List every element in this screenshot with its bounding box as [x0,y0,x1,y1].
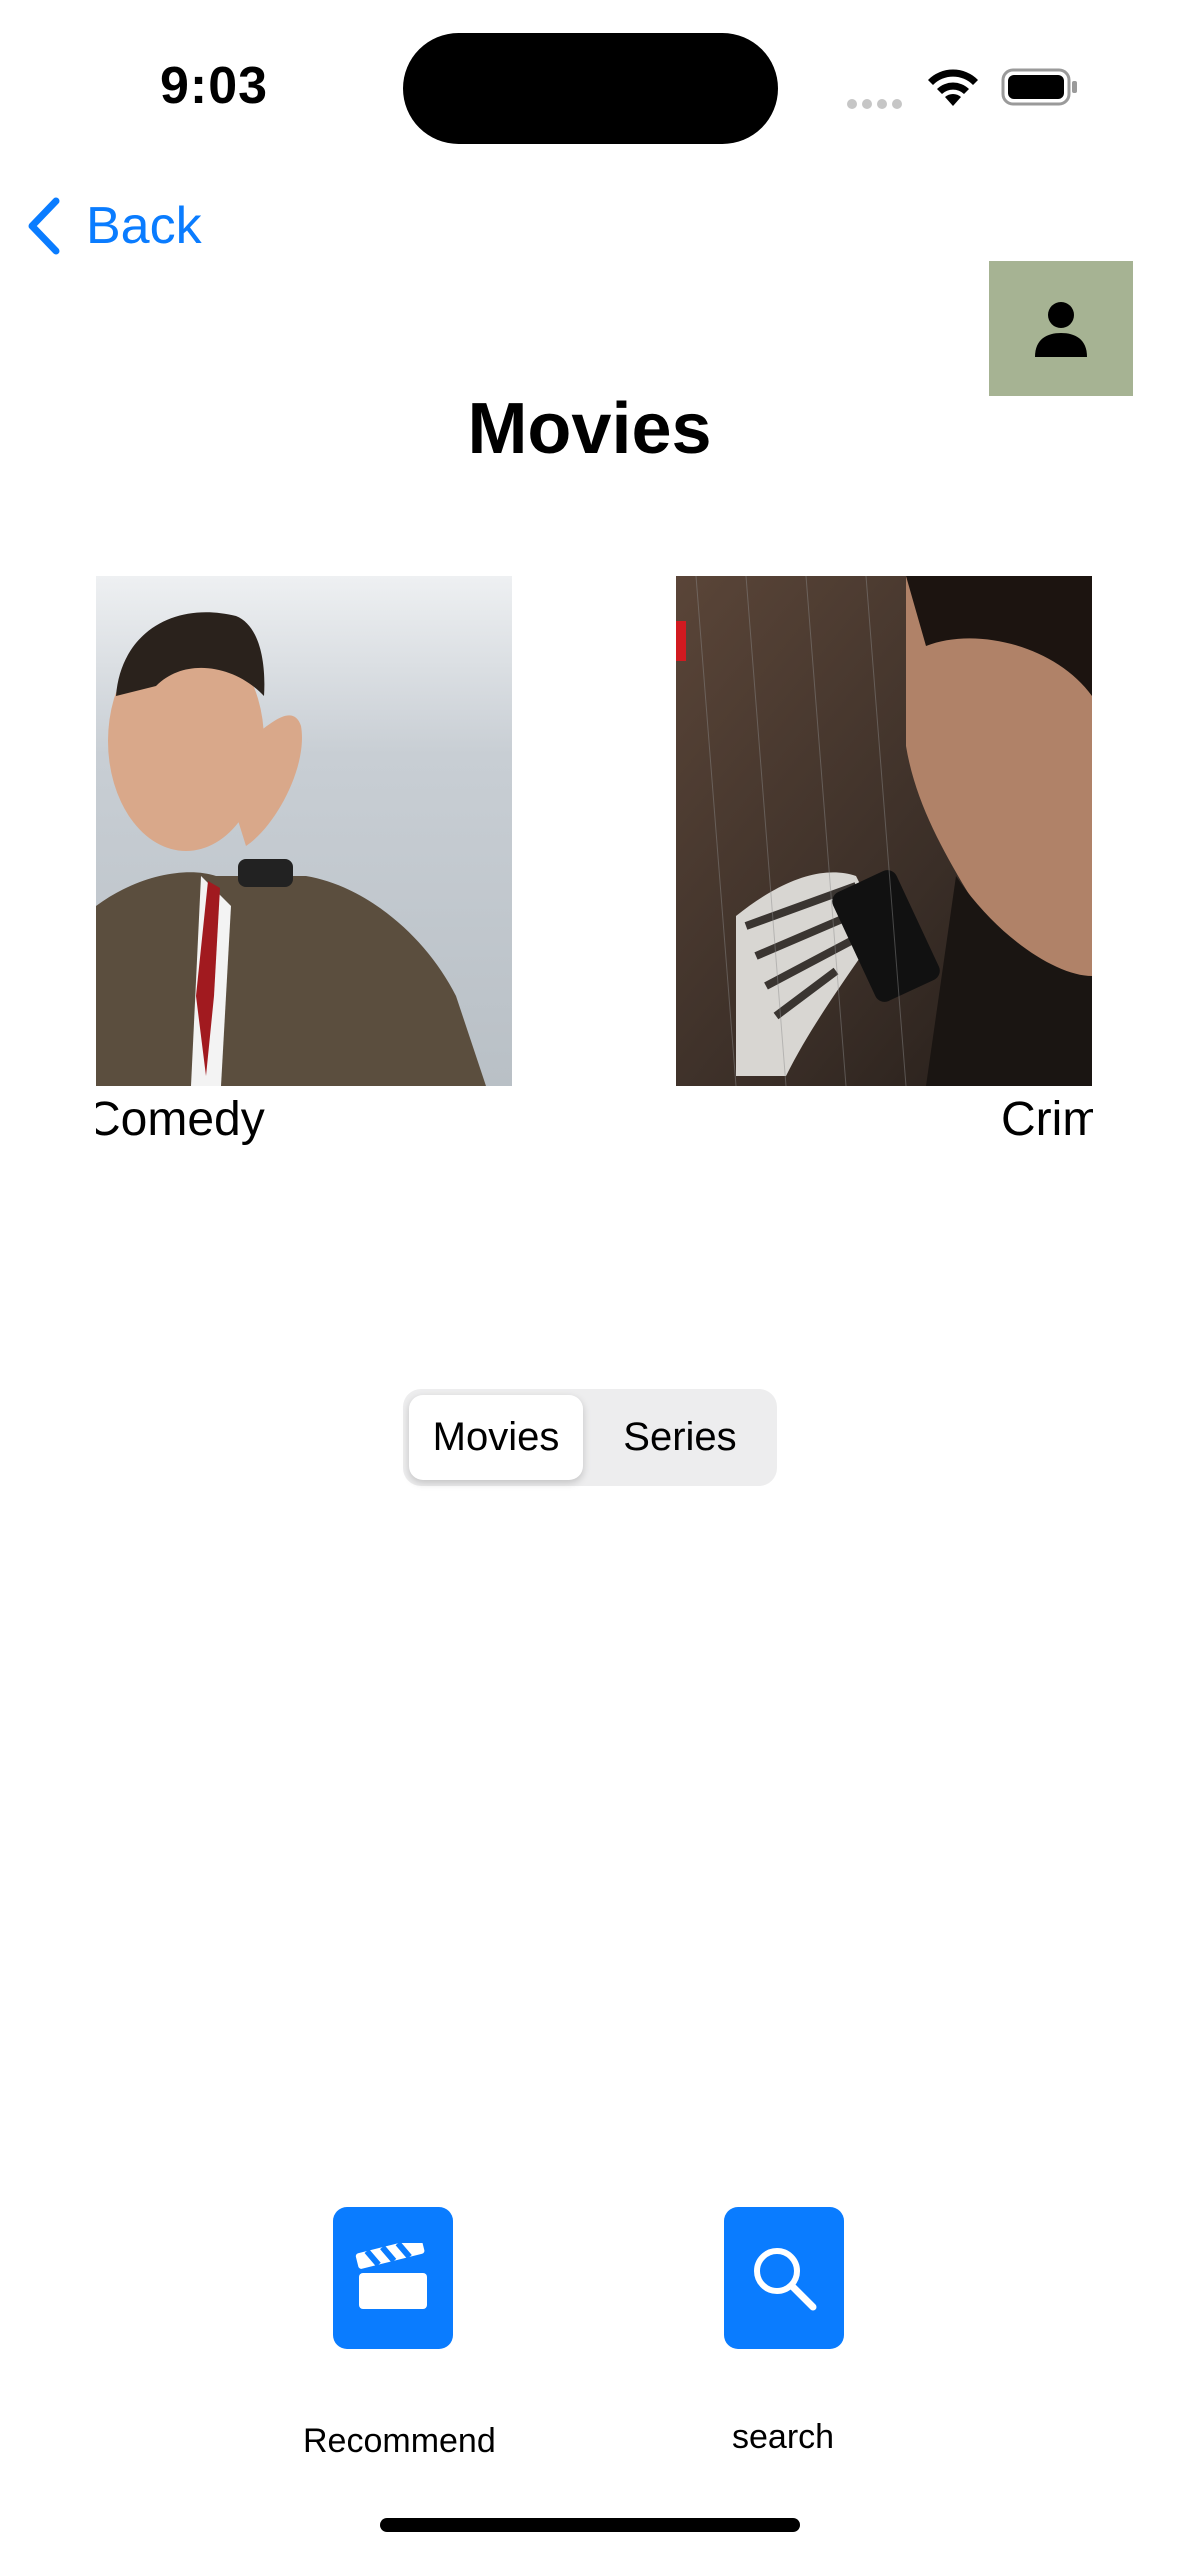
home-indicator [380,2518,800,2532]
clapperboard-icon [355,2243,427,2309]
genre-carousel[interactable]: Comedy Crim [96,576,1093,1156]
search-icon [754,2248,817,2311]
crime-poster-image [676,576,1092,1086]
person-icon [1035,301,1087,357]
wifi-icon [928,69,978,106]
battery-icon [1001,68,1077,106]
cellular-signal-icon [847,96,907,114]
recommend-label: Recommend [303,2422,496,2460]
genre-caption: Crim [1001,1093,1093,1146]
comedy-poster-image [96,576,512,1086]
status-time: 9:03 [160,57,269,115]
back-label: Back [86,197,202,255]
chevron-left-icon [28,197,60,255]
page-title: Movies [467,389,712,469]
genre-card-comedy[interactable]: Comedy [96,576,512,1147]
content-type-segmented-control[interactable]: Movies Series [403,1389,777,1486]
profile-button[interactable] [989,261,1133,396]
back-button[interactable]: Back [24,195,202,257]
segment-series[interactable]: Series [589,1395,771,1480]
search-label: search [732,2418,835,2456]
recommend-button[interactable] [333,2207,453,2349]
genre-card-crime[interactable]: Crim [676,576,1093,1147]
search-button[interactable] [724,2207,844,2349]
segment-movies[interactable]: Movies [409,1395,583,1480]
genre-caption: Comedy [96,1093,265,1146]
dynamic-island [403,33,778,144]
